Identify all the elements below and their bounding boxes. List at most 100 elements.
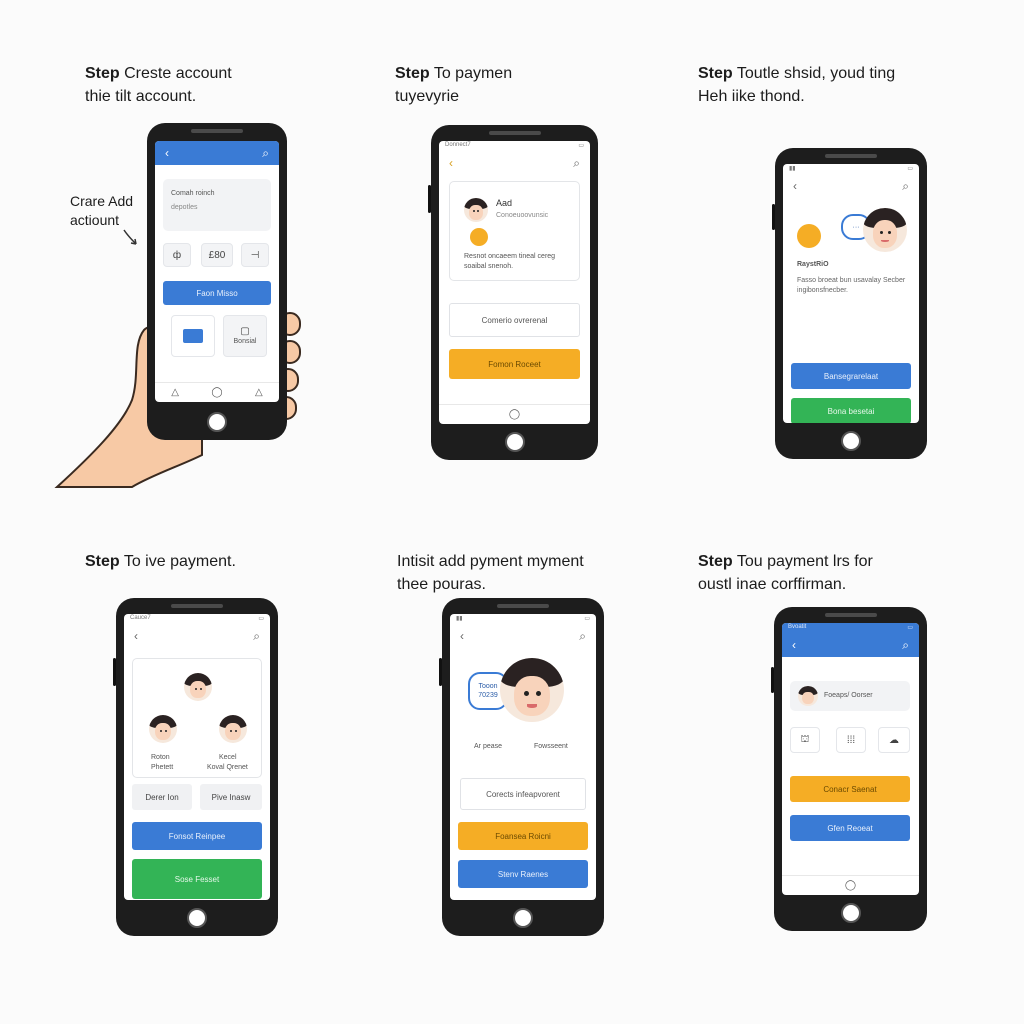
step3-app-header: ‹ ⌕ [783,174,919,198]
step4-blue-button[interactable]: Fonsot Reinpee [132,822,262,850]
home-button[interactable] [504,432,525,452]
search-icon[interactable]: ⌕ [573,156,580,171]
step5-outline-button[interactable]: Corects infeapvorent [460,778,586,810]
assistant-avatar [863,208,907,252]
home-button[interactable] [207,412,227,432]
step2-profile-card: Aad Conoeuoovunsic Resnot oncaeem tineal… [449,181,580,281]
nav-center-icon[interactable]: ◯ [845,880,856,891]
status-bar: Donnect7 ▭ [439,141,590,151]
side-button [428,185,431,213]
nav-center-icon[interactable]: ◯ [509,409,520,420]
left-avatar [149,715,177,743]
status-bar: Bvoatit ▭ [782,623,919,633]
step6-caption-bold: Step [698,553,733,570]
step2-outline-button[interactable]: Comerio ovrerenal [449,303,580,337]
step2-orange-button[interactable]: Fomon Roceet [449,349,580,379]
side-button [439,658,442,686]
home-button[interactable] [187,908,207,928]
step1-account-card[interactable]: Comah roinch depotles [163,179,271,231]
step6-blue-button[interactable]: Gfen Reoeat [790,815,910,841]
step4-left-small-button[interactable]: Derer Ion [132,784,192,810]
person-left-name: Roton [151,754,170,761]
device-icon: ▢ [240,325,250,337]
chat-icon-tile[interactable] [171,315,215,357]
step4-status-text: Cauce7 [130,615,151,621]
step6-caption-line1: Tou payment lrs for [732,553,873,570]
phone-speaker [824,613,877,617]
step4-green-button[interactable]: Sose Fesset [132,859,262,899]
badge-icon [797,224,821,248]
phone-step6: Bvoatit ▭ ‹ ⌕ Foeaps/ Oorser ⛫ ⁞⁞⁞ ☁ Cona… [771,607,927,931]
phone-step4: Cauce7 ▭ ‹ ⌕ Roton Phetett Kecel Koval Qr… [113,598,278,936]
step3-caption: Step Toutle shsid, youd ting Heh iike th… [698,62,895,108]
side-button [772,204,775,230]
person-left-sub: Phetett [151,764,174,771]
step5-blue-button[interactable]: Stenv Raenes [458,860,588,888]
home-button[interactable] [840,903,861,923]
nav-alert-icon[interactable]: △ [255,387,263,398]
step1-card-subtitle: depotles [171,204,198,211]
step6-status-text: Bvoatit [788,624,807,630]
back-chevron-icon[interactable]: ‹ [449,156,453,170]
step1-primary-button[interactable]: Faon Misso [163,281,271,305]
assistant-avatar [500,658,564,722]
step1-tile-1[interactable]: ф [163,243,191,267]
step2-name: Aad [496,198,513,208]
step5-app-header: ‹ ⌕ [450,624,596,648]
back-chevron-icon[interactable]: ‹ [792,638,796,652]
step3-blue-button[interactable]: Bansegrarelaat [791,363,911,389]
nav-center-icon[interactable]: ◯ [211,387,222,398]
step5-caption-line2: thee pouras. [397,576,486,593]
search-icon[interactable]: ⌕ [902,638,909,653]
signal-icon: ▮▮ [789,166,796,172]
step6-orange-button[interactable]: Conacr Saenat [790,776,910,802]
chat-icon [183,329,203,343]
step6-tile-chart[interactable]: ⁞⁞⁞ [836,727,866,753]
person-right-name: Kecel [219,754,237,761]
phone-step1: ‹ ⌕ Comah roinch depotles ф £80 ⊣ Faon M… [147,123,287,440]
nav-home-icon[interactable]: △ [171,387,179,398]
step1-annotation: Crare Add actiount [70,193,134,228]
step3-caption-bold: Step [698,65,733,82]
right-avatar [219,715,247,743]
back-chevron-icon[interactable]: ‹ [793,179,797,193]
status-bar: ▮▮ ▭ [450,614,596,624]
step3-green-button[interactable]: Bona besetai [791,398,911,423]
back-chevron-icon[interactable]: ‹ [134,629,138,643]
home-button[interactable] [841,431,861,451]
step6-bottom-nav: ◯ [782,875,919,895]
step1-chat-tile[interactable]: ▢ Bonsial [223,315,267,357]
screen-step5: ▮▮ ▭ ‹ ⌕ Tooon 70239 Ar pease Fowsseent C… [450,614,596,900]
user-avatar [464,198,488,222]
screen-step2: Donnect7 ▭ ‹ ⌕ Aad Conoeuoovunsic Resnot … [439,141,590,424]
search-icon[interactable]: ⌕ [902,179,909,194]
step4-app-header: ‹ ⌕ [124,624,270,648]
step5-orange-button[interactable]: Foansea Roicni [458,822,588,850]
back-chevron-icon[interactable]: ‹ [165,146,169,160]
step6-caption: Step Tou payment lrs for oustl inae corf… [698,550,873,596]
search-icon[interactable]: ⌕ [579,629,586,644]
step6-contact-name: Foeaps/ Oorser [824,692,873,699]
step2-name-sub: Conoeuoovunsic [496,212,549,219]
step1-tile-3[interactable]: ⊣ [241,243,269,267]
step6-tile-box[interactable]: ⛫ [790,727,820,753]
step4-right-small-button[interactable]: Pive Inasw [200,784,262,810]
step2-bottom-nav: ◯ [439,404,590,424]
back-chevron-icon[interactable]: ‹ [460,629,464,643]
step1-tile-2[interactable]: £80 [201,243,233,267]
step6-app-header: ‹ ⌕ [782,633,919,657]
search-icon[interactable]: ⌕ [253,629,260,644]
step6-contact-card[interactable]: Foeaps/ Oorser [790,681,910,711]
phone-step2: Donnect7 ▭ ‹ ⌕ Aad Conoeuoovunsic Resnot … [428,125,598,460]
side-button [771,667,774,693]
search-icon[interactable]: ⌕ [262,146,269,161]
screen-step6: Bvoatit ▭ ‹ ⌕ Foeaps/ Oorser ⛫ ⁞⁞⁞ ☁ Cona… [782,623,919,895]
step5-left-label: Ar pease [474,743,503,750]
home-button[interactable] [513,908,533,928]
step6-tile-cloud[interactable]: ☁ [878,727,910,753]
contact-avatar [798,686,818,706]
battery-icon: ▭ [578,143,584,149]
step1-caption: Step Creste account thie tilt account. [85,62,232,108]
person-right-sub: Koval Qrenet [207,764,248,771]
battery-icon: ▭ [907,166,913,172]
